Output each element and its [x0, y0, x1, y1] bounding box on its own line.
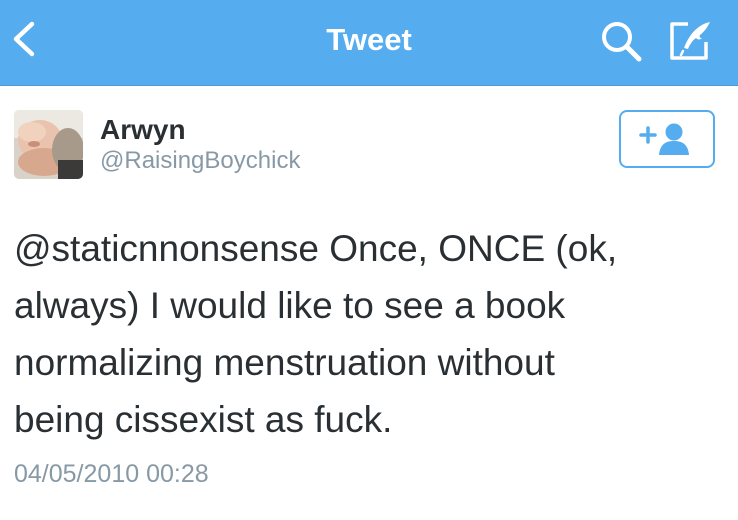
- navigation-bar: Tweet: [0, 0, 738, 86]
- author-name[interactable]: Arwyn: [100, 113, 186, 147]
- add-user-icon: [639, 123, 689, 155]
- follow-button[interactable]: [619, 110, 715, 168]
- avatar-image: [14, 110, 83, 179]
- tweet-timestamp: 04/05/2010 00:28: [14, 460, 209, 488]
- back-button[interactable]: [2, 16, 48, 62]
- tweet-text: @staticnnonsense Once, ONCE (ok, always)…: [14, 220, 714, 448]
- avatar[interactable]: [14, 110, 83, 179]
- tweet-text-line: @staticnnonsense Once, ONCE (ok,: [14, 228, 618, 269]
- compose-icon: [670, 22, 710, 60]
- tweet-detail-screen: Tweet Arwyn @RaisingBoychick @staticnnon…: [0, 0, 738, 520]
- tweet-text-line: normalizing menstruation without: [14, 342, 555, 383]
- chevron-left-icon: [13, 21, 35, 57]
- search-icon: [602, 22, 642, 62]
- tweet-text-line: always) I would like to see a book: [14, 285, 566, 326]
- compose-button[interactable]: [666, 18, 714, 64]
- search-button[interactable]: [598, 18, 644, 64]
- author-handle[interactable]: @RaisingBoychick: [100, 147, 300, 175]
- tweet-text-line: being cissexist as fuck.: [14, 399, 393, 440]
